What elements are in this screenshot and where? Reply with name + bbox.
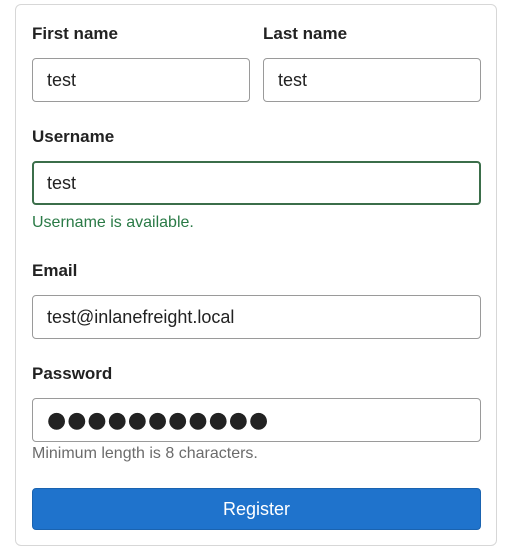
password-input[interactable] (32, 398, 481, 442)
password-label: Password (32, 364, 113, 383)
username-label: Username (32, 127, 115, 146)
register-button[interactable]: Register (32, 488, 481, 530)
password-hint: Minimum length is 8 characters. (32, 445, 258, 462)
first-name-label: First name (32, 24, 118, 43)
username-input[interactable] (32, 161, 481, 205)
email-input[interactable] (32, 295, 481, 339)
last-name-label: Last name (263, 24, 348, 43)
last-name-input[interactable] (263, 58, 481, 102)
username-available-message: Username is available. (32, 214, 194, 231)
first-name-input[interactable] (32, 58, 250, 102)
email-label: Email (32, 261, 78, 280)
